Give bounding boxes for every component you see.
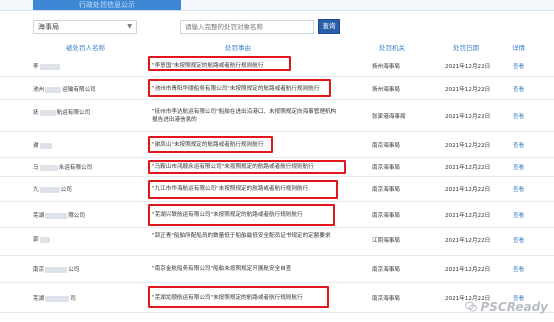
highlight-box xyxy=(148,79,331,97)
highlight-box xyxy=(148,56,291,71)
party-name: 李 xyxy=(33,62,61,70)
highlight-box xyxy=(148,136,273,153)
view-link[interactable]: 查看 xyxy=(513,211,524,219)
penalty-org: 南京海事局 xyxy=(372,143,400,149)
party-name: 郭 xyxy=(33,235,51,243)
penalty-org: 南京海事局 xyxy=(372,267,400,273)
view-link[interactable]: 查看 xyxy=(513,185,524,193)
view-link[interactable]: 查看 xyxy=(513,85,524,93)
watermark-text: PSCReady xyxy=(480,300,548,314)
highlight-box xyxy=(148,160,346,174)
view-link[interactable]: 查看 xyxy=(513,141,524,149)
highlight-box xyxy=(148,204,335,226)
party-name: 芜湖司 xyxy=(33,295,76,302)
penalty-date: 2021年12月22日 xyxy=(445,114,491,120)
top-tab-bar: 行政处罚信息公示 xyxy=(0,0,554,11)
penalty-org: 南京海事局 xyxy=(372,296,400,302)
penalty-reason: "郭正青"船舶所配船员的数量低于船舶最低安全配员证书规定的定额要求 xyxy=(152,233,331,239)
view-link[interactable]: 查看 xyxy=(513,163,524,171)
agency-select[interactable]: 海事局 ▼ xyxy=(33,20,137,34)
penalty-reason: "抚州市李达航运有限公司"船舶在进出沿港口、未按照规定向海事管理机构报告进出港信… xyxy=(152,109,337,123)
penalty-org: 南京海事局 xyxy=(372,187,400,193)
penalty-date: 2021年12月22日 xyxy=(445,165,491,171)
watermark: PSCReady xyxy=(465,300,548,314)
party-name-input[interactable] xyxy=(180,20,314,34)
agency-select-value: 海事局 xyxy=(38,23,59,31)
tab-penalty-info[interactable]: 行政处罚信息公示 xyxy=(33,0,181,10)
penalty-date: 2021年12月22日 xyxy=(445,64,491,70)
col-org: 处罚机关 xyxy=(379,44,405,52)
table-row: 郭 "郭正青"船舶所配船员的数量低于船舶最低安全配员证书规定的定额要求 江阴海事… xyxy=(0,228,554,256)
penalty-org: 南京海事局 xyxy=(372,213,400,219)
filter-bar: 海事局 ▼ 查询 xyxy=(0,18,554,36)
party-name: 池州 运输有限公司 xyxy=(33,86,96,93)
party-name: 南京 公司 xyxy=(33,266,80,273)
penalty-reason: "南京金航船务有限公司"船舶未按照规定开展航安全自查 xyxy=(152,266,292,272)
penalty-org: 江阴海事局 xyxy=(372,238,400,244)
party-name: 芜湖 限公司 xyxy=(33,212,85,219)
view-link[interactable]: 查看 xyxy=(513,236,524,244)
penalty-date: 2021年12月22日 xyxy=(445,187,491,193)
penalty-date: 2021年12月22日 xyxy=(445,238,491,244)
penalty-org: 扬州海事局 xyxy=(372,64,400,70)
party-name: 抚航运有限公司 xyxy=(33,109,91,116)
col-detail: 详情 xyxy=(512,44,525,52)
view-link[interactable]: 查看 xyxy=(513,112,524,120)
query-button[interactable]: 查询 xyxy=(318,19,340,34)
table-row: 谢 "谢凤山"未按照规定的航路或者航行规则航行 南京海事局 2021年12月22… xyxy=(0,132,554,158)
wechat-icon xyxy=(465,301,478,312)
penalty-date: 2021年12月22日 xyxy=(445,213,491,219)
chevron-down-icon: ▼ xyxy=(127,23,132,30)
col-date: 处罚日期 xyxy=(453,44,479,52)
party-name: 马永运有限公司 xyxy=(33,164,93,171)
party-name: 九公司 xyxy=(33,186,72,193)
table-row: 南京 公司 "南京金航船务有限公司"船舶未按照规定开展航安全自查 南京海事局 20… xyxy=(0,256,554,283)
penalty-org: 张家港海事局 xyxy=(372,114,406,120)
highlight-box xyxy=(148,180,338,199)
table-row: 抚航运有限公司 "抚州市李达航运有限公司"船舶在进出沿港口、未按照规定向海事管理… xyxy=(0,100,554,132)
penalty-date: 2021年12月22日 xyxy=(445,143,491,149)
penalty-org: 扬州海事局 xyxy=(372,87,400,93)
col-reason: 处罚事由 xyxy=(225,44,251,52)
col-party: 被处罚人名称 xyxy=(66,44,105,52)
penalty-date: 2021年12月22日 xyxy=(445,87,491,93)
view-link[interactable]: 查看 xyxy=(513,265,524,273)
penalty-org: 南京海事局 xyxy=(372,165,400,171)
highlight-box xyxy=(148,286,329,308)
view-link[interactable]: 查看 xyxy=(513,62,524,70)
table-header: 被处罚人名称 处罚事由 处罚机关 处罚日期 详情 xyxy=(0,39,554,53)
penalty-date: 2021年12月22日 xyxy=(445,267,491,273)
party-name: 谢 xyxy=(33,141,53,149)
